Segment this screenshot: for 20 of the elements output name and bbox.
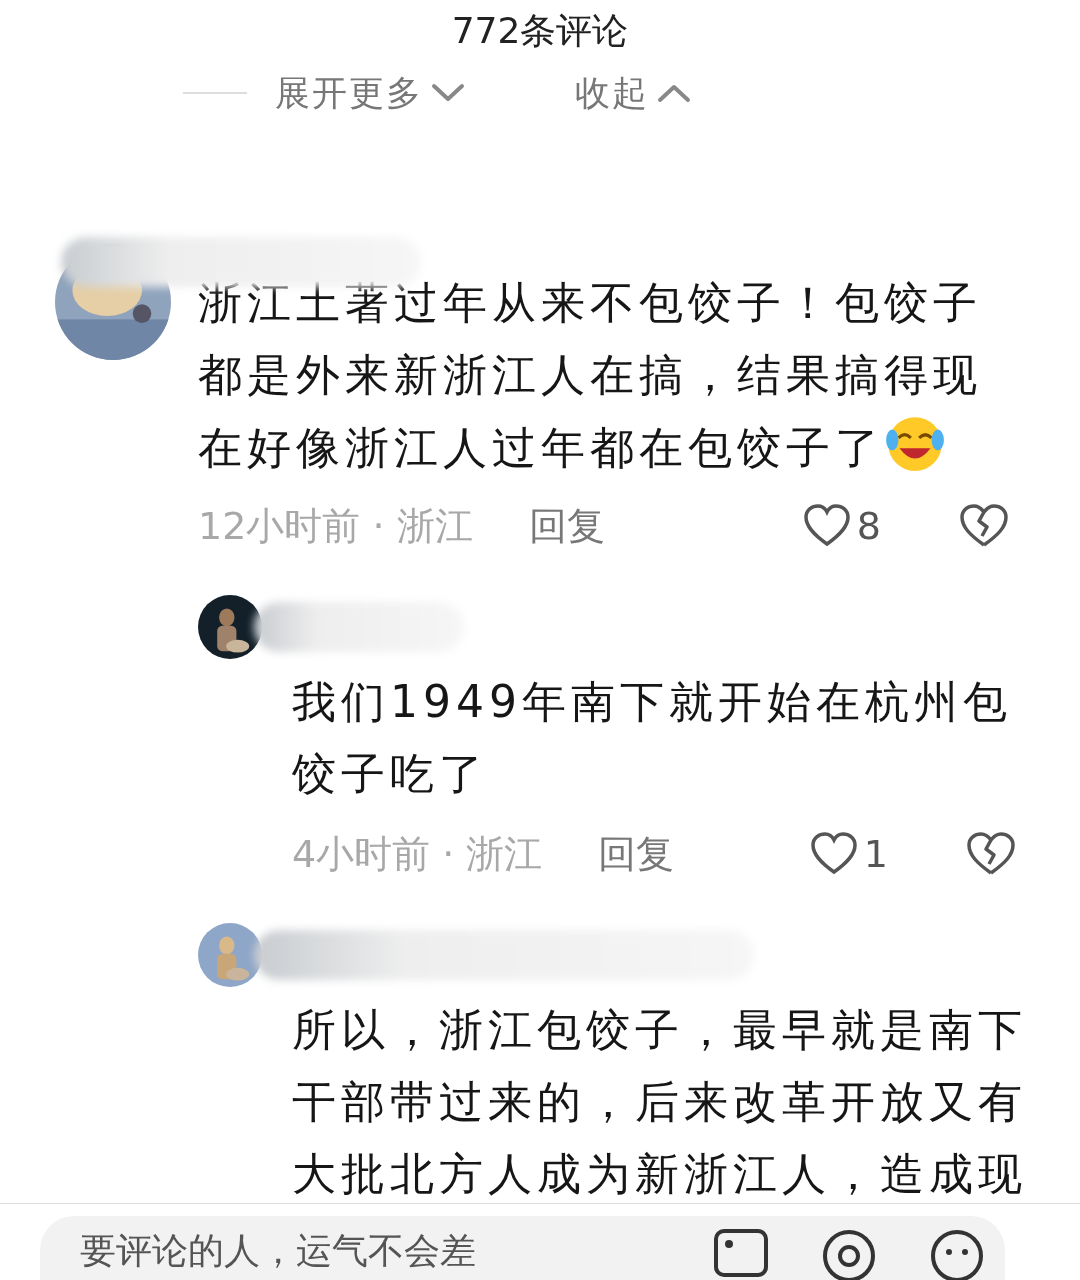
image-icon[interactable] [713, 1228, 769, 1278]
broken-heart-icon[interactable] [959, 503, 1009, 549]
like-button[interactable]: 8 [802, 504, 881, 548]
thread-toggle-button[interactable]: 展开更多 [275, 69, 465, 117]
emoji-icon[interactable] [929, 1228, 985, 1280]
reply-text: 我们1949年南下就开始在杭州包饺子吃了 [292, 675, 1013, 801]
comment-input-field[interactable]: 要评论的人，运气不会差 [80, 1228, 661, 1274]
comment-text: 浙江土著过年从来不包饺子！包饺子都是外来新浙江人在搞，结果搞得现在好像浙江人过年都在包饺子了 [198, 276, 983, 475]
reply-text: 所以，浙江包饺子，最早就是南下干部带过来的，后来改革开放又有大批北方人成为新浙江人，造成现 [292, 1003, 1028, 1201]
comments-title: 772条评论 [451, 9, 629, 53]
comment-time-location: 4小时前 · 浙江 [292, 830, 543, 878]
thread-toggle-button[interactable]: 收起 [575, 69, 691, 117]
comment-time-location: 12小时前 · 浙江 [198, 502, 473, 550]
reply-button[interactable]: 回复 [528, 500, 605, 552]
chevron-down-icon [431, 83, 465, 103]
broken-heart-icon[interactable] [966, 831, 1016, 877]
chevron-up-icon [657, 83, 691, 103]
like-button[interactable]: 1 [809, 832, 888, 876]
reply-button[interactable]: 回复 [598, 828, 675, 880]
comment-input-field[interactable]: 要评论的人，运气不会差 [40, 1216, 1005, 1280]
